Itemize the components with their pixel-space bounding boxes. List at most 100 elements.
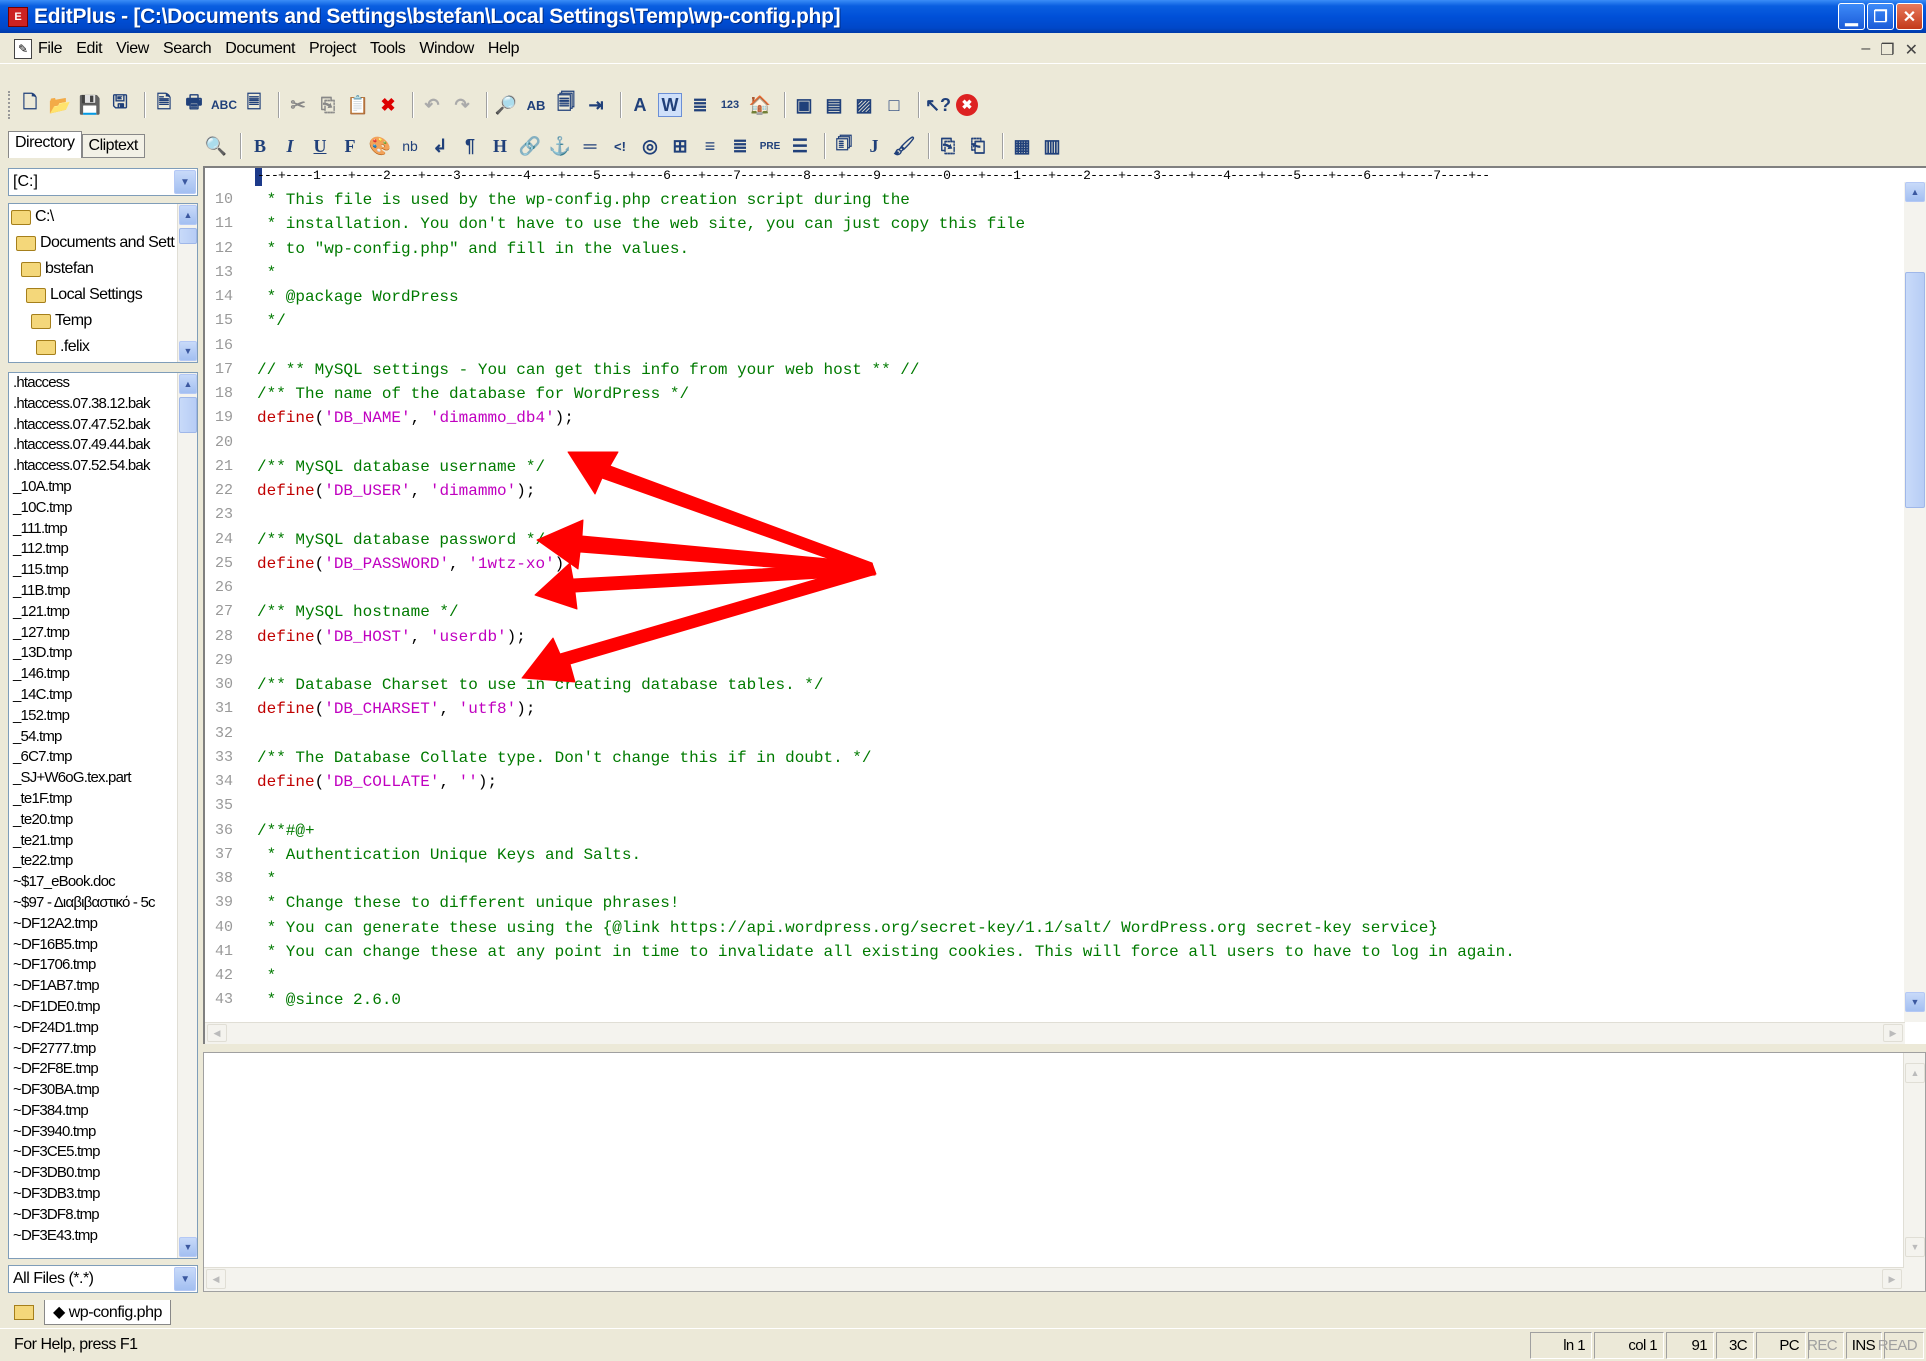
code-line[interactable]: 28 define('DB_HOST', 'userdb');	[205, 625, 1905, 649]
underline-icon[interactable]: U	[308, 134, 332, 158]
toolbar-grip[interactable]	[8, 91, 12, 119]
file-list-item[interactable]: ~DF16B5.tmp	[9, 935, 197, 956]
code-line[interactable]: 27 /** MySQL hostname */	[205, 600, 1905, 624]
folder-tree-item[interactable]: bstefan	[9, 256, 197, 282]
chevron-down-icon[interactable]: ▼	[174, 1267, 196, 1291]
file-list-item[interactable]: _115.tmp	[9, 560, 197, 581]
code-line[interactable]: 36 /**#@+	[205, 819, 1905, 843]
scroll-right-icon[interactable]: ▶	[1883, 1024, 1903, 1042]
folder-icon[interactable]	[14, 1304, 34, 1320]
file-list-item[interactable]: _10A.tmp	[9, 477, 197, 498]
font-icon[interactable]: A	[628, 93, 652, 117]
print-icon[interactable]: 🖶	[182, 92, 206, 117]
code-line[interactable]: 20	[205, 431, 1905, 455]
file-list-item[interactable]: ~DF3DF8.tmp	[9, 1205, 197, 1226]
code-line[interactable]: 23	[205, 503, 1905, 527]
file-list-item[interactable]: ~DF384.tmp	[9, 1101, 197, 1122]
file-list-item[interactable]: ~DF3DB3.tmp	[9, 1184, 197, 1205]
menu-search[interactable]: Search	[163, 40, 212, 58]
code-line[interactable]: 13 *	[205, 261, 1905, 285]
document-tab-wp-config[interactable]: ◆ wp-config.php	[44, 1299, 171, 1325]
code-line[interactable]: 26	[205, 576, 1905, 600]
code-line[interactable]: 34 define('DB_COLLATE', '');	[205, 770, 1905, 794]
file-list-item[interactable]: ~DF24D1.tmp	[9, 1018, 197, 1039]
undo-icon[interactable]: ↶	[420, 93, 444, 117]
italic-icon[interactable]: I	[278, 134, 302, 158]
file-list-item[interactable]: _10C.tmp	[9, 498, 197, 519]
scroll-down-icon[interactable]: ▼	[179, 1237, 197, 1257]
file-list-item[interactable]: ~DF2F8E.tmp	[9, 1059, 197, 1080]
scroll-left-icon[interactable]: ◀	[207, 1024, 227, 1042]
fullscreen-icon[interactable]: □	[882, 93, 906, 117]
browser-icon[interactable]: ▨	[852, 93, 876, 117]
close-button[interactable]: ✕	[1896, 3, 1923, 30]
code-line[interactable]: 12 * to "wp-config.php" and fill in the …	[205, 237, 1905, 261]
file-list-item[interactable]: ~DF3DB0.tmp	[9, 1163, 197, 1184]
menu-view[interactable]: View	[116, 40, 149, 58]
file-list-item[interactable]: _13D.tmp	[9, 643, 197, 664]
code-line[interactable]: 41 * You can change these at any point i…	[205, 940, 1905, 964]
center-icon[interactable]: ≣	[728, 134, 752, 158]
stop-icon[interactable]: ✖	[956, 94, 978, 116]
file-list-item[interactable]: ~$17_eBook.doc	[9, 872, 197, 893]
tab-cliptext[interactable]: Cliptext	[81, 134, 145, 158]
folder-tree-item[interactable]: C:\	[9, 204, 197, 230]
color-icon[interactable]: 🎨	[368, 134, 392, 158]
context-help-icon[interactable]: ↖?	[925, 93, 951, 117]
preferences-icon[interactable]: 🏠	[748, 93, 772, 117]
file-list-item[interactable]: _146.tmp	[9, 664, 197, 685]
file-list-item[interactable]: _SJ+W6oG.tex.part	[9, 768, 197, 789]
toggle-output-icon[interactable]: ▤	[822, 93, 846, 117]
mdi-minimize-icon[interactable]: –	[1861, 40, 1870, 60]
file-list-item[interactable]: _te1F.tmp	[9, 789, 197, 810]
find-icon[interactable]: 🔎	[494, 93, 518, 117]
file-list-item[interactable]: _te20.tmp	[9, 810, 197, 831]
file-list-item[interactable]: ~DF1AB7.tmp	[9, 976, 197, 997]
folder-tree-item[interactable]: Temp	[9, 308, 197, 334]
code-line[interactable]: 31 define('DB_CHARSET', 'utf8');	[205, 697, 1905, 721]
folder-tree-item[interactable]: Documents and Sett	[9, 230, 197, 256]
file-list-item[interactable]: ~DF3CE5.tmp	[9, 1142, 197, 1163]
file-list-item[interactable]: _te22.tmp	[9, 851, 197, 872]
code-line[interactable]: 40 * You can generate these using the {@…	[205, 916, 1905, 940]
chevron-down-icon[interactable]: ▼	[174, 170, 196, 194]
folder-tree-item[interactable]: Local Settings	[9, 282, 197, 308]
file-list-item[interactable]: _11B.tmp	[9, 581, 197, 602]
delete-icon[interactable]: ✖	[376, 93, 400, 117]
redo-icon[interactable]: ↷	[450, 93, 474, 117]
style-icon[interactable]: 🖌	[892, 134, 916, 158]
file-list-item[interactable]: _14C.tmp	[9, 685, 197, 706]
editor-vertical-scrollbar[interactable]: ▲ ▼	[1904, 182, 1926, 1022]
code-line[interactable]: 39 * Change these to different unique ph…	[205, 891, 1905, 915]
page-icon[interactable]: 🗏	[242, 92, 266, 117]
code-line[interactable]: 30 /** Database Charset to use in creatin…	[205, 673, 1905, 697]
scroll-up-icon[interactable]: ▲	[179, 374, 197, 394]
frame-icon[interactable]: ⎘	[936, 134, 960, 158]
output-horizontal-scrollbar[interactable]: ◀ ▶	[204, 1267, 1904, 1291]
menu-window[interactable]: Window	[419, 40, 474, 58]
anchor-icon[interactable]: ⚓	[548, 134, 572, 158]
ruler-icon[interactable]: 123	[718, 93, 742, 117]
html-preview-icon[interactable]: 🔍	[204, 134, 228, 158]
folder-tree-item[interactable]: .felix	[9, 334, 197, 360]
html-window-icon[interactable]: ▥	[1040, 134, 1064, 158]
font-tag-icon[interactable]: F	[338, 134, 362, 158]
indent-icon[interactable]: ⇥	[584, 93, 608, 117]
editplus-app-icon[interactable]: E	[8, 6, 28, 27]
open-file-icon[interactable]: 📂	[48, 93, 72, 117]
code-line[interactable]: 24 /** MySQL database password */	[205, 528, 1905, 552]
copy-icon[interactable]: ⎘	[316, 93, 340, 117]
scroll-thumb[interactable]	[1905, 272, 1925, 508]
file-list-item[interactable]: ~DF3940.tmp	[9, 1122, 197, 1143]
code-line[interactable]: 25 define('DB_PASSWORD', '1wtz-xo');	[205, 552, 1905, 576]
file-list-item[interactable]: .htaccess.07.47.52.bak	[9, 415, 197, 436]
scroll-down-icon[interactable]: ▼	[1905, 1237, 1925, 1257]
code-editor[interactable]: ---+----1----+----2----+----3----+----4-…	[203, 166, 1926, 1044]
file-filter-select[interactable]: All Files (*.*) ▼	[8, 1265, 198, 1293]
file-list-item[interactable]: .htaccess.07.38.12.bak	[9, 394, 197, 415]
code-line[interactable]: 17 // ** MySQL settings - You can get thi…	[205, 358, 1905, 382]
code-line[interactable]: 32	[205, 722, 1905, 746]
code-area[interactable]: 10 * This file is used by the wp-config.…	[205, 188, 1905, 1010]
mdi-restore-icon[interactable]: ❐	[1880, 40, 1894, 60]
file-list-item[interactable]: _111.tmp	[9, 519, 197, 540]
